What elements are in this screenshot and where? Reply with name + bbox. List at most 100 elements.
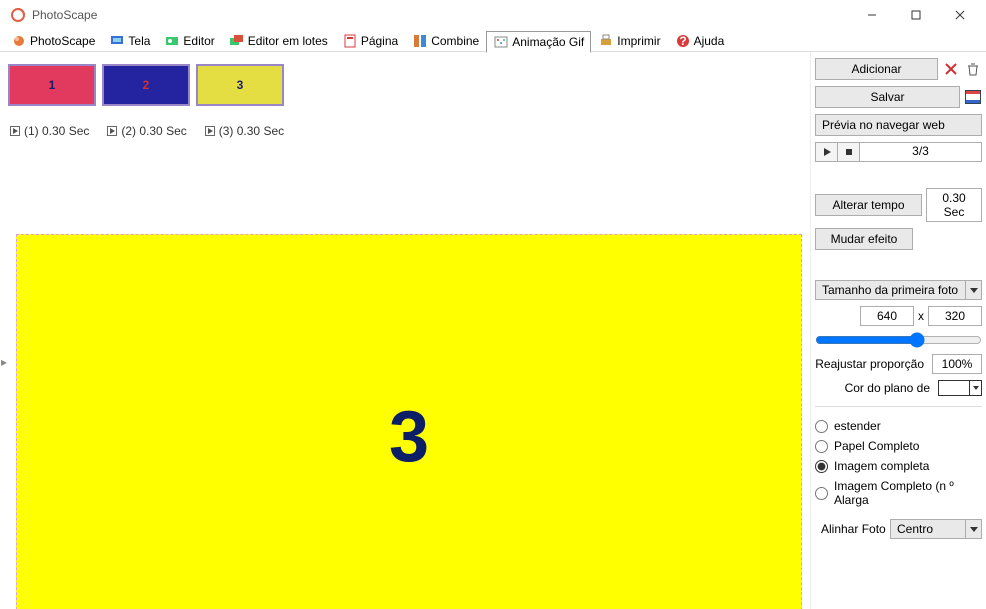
tab-bar: PhotoScape Tela Editor Editor em lotes P… (0, 30, 986, 52)
bgcolor-label: Cor do plano de (815, 381, 934, 395)
bgcolor-picker[interactable] (938, 380, 982, 396)
page-icon (342, 33, 358, 49)
tab-combine[interactable]: Combine (405, 30, 486, 52)
frame-thumb-1[interactable]: 1 (8, 64, 96, 106)
frame-counter: 3/3 (860, 143, 981, 161)
tab-label: Editor em lotes (248, 34, 328, 48)
frame-strip: 1 2 3 (8, 60, 802, 114)
tab-label: Imprimir (617, 34, 660, 48)
radio-full-image[interactable]: Imagem completa (815, 459, 982, 473)
height-input[interactable]: 320 (928, 306, 982, 326)
dropdown-value: Centro (891, 520, 965, 538)
frame-number: 1 (49, 78, 56, 92)
size-mode-dropdown[interactable]: Tamanho da primeira foto (815, 280, 982, 300)
dropdown-value: Tamanho da primeira foto (816, 281, 965, 299)
timing-1[interactable]: (1) 0.30 Sec (10, 124, 89, 138)
delete-button[interactable] (942, 60, 960, 78)
ratio-label: Reajustar proporção (815, 357, 928, 371)
tab-label: Combine (431, 34, 479, 48)
align-label: Alinhar Foto (815, 522, 886, 536)
stop-button[interactable] (838, 143, 860, 161)
splitter-handle[interactable]: ▸ (0, 332, 8, 392)
app-icon (10, 7, 26, 23)
dimension-x: x (918, 309, 924, 323)
save-button[interactable]: Salvar (815, 86, 960, 108)
radio-extend[interactable]: estender (815, 419, 982, 433)
tab-tela[interactable]: Tela (102, 30, 157, 52)
close-button[interactable] (938, 1, 982, 29)
radio-label: Imagem completa (834, 459, 929, 473)
tab-label: Página (361, 34, 398, 48)
properties-panel: Adicionar Salvar Prévia no navegar web 3… (810, 52, 986, 609)
frame-thumb-3[interactable]: 3 (196, 64, 284, 106)
editor-icon (164, 33, 180, 49)
tab-print[interactable]: Imprimir (591, 30, 667, 52)
button-label: Alterar tempo (832, 198, 904, 212)
print-icon (598, 33, 614, 49)
window-title: PhotoScape (32, 8, 850, 22)
play-icon (107, 126, 117, 136)
tab-editor[interactable]: Editor (157, 30, 221, 52)
photoscape-icon (11, 33, 27, 49)
layout-mode-button[interactable] (964, 88, 982, 106)
chevron-down-icon (965, 520, 981, 538)
input-value: 0.30 Sec (942, 191, 965, 219)
preview-button[interactable]: Prévia no navegar web (815, 114, 982, 136)
minimize-button[interactable] (850, 1, 894, 29)
preview-canvas[interactable]: 3 (16, 234, 802, 609)
tab-batch[interactable]: Editor em lotes (222, 30, 335, 52)
input-value: 640 (877, 309, 897, 323)
add-button[interactable]: Adicionar (815, 58, 938, 80)
help-icon: ? (675, 33, 691, 49)
separator (815, 406, 982, 407)
chevron-down-icon (965, 281, 981, 299)
radio-full-image-no-stretch[interactable]: Imagem Completo (n º Alarga (815, 479, 982, 507)
tab-gif[interactable]: Animação Gif (486, 31, 591, 53)
frame-number: 2 (143, 78, 150, 92)
time-value-input[interactable]: 0.30 Sec (926, 188, 982, 222)
radio-label: Imagem Completo (n º Alarga (834, 479, 982, 507)
timing-3[interactable]: (3) 0.30 Sec (205, 124, 284, 138)
tab-label: Editor (183, 34, 214, 48)
canvas-frame-number: 3 (389, 396, 429, 478)
tab-page[interactable]: Página (335, 30, 405, 52)
frame-timings: (1) 0.30 Sec (2) 0.30 Sec (3) 0.30 Sec (8, 114, 802, 152)
canvas-viewport: 3 (16, 234, 810, 609)
timing-2[interactable]: (2) 0.30 Sec (107, 124, 186, 138)
screen-icon (109, 33, 125, 49)
tab-label: Animação Gif (512, 35, 584, 49)
button-label: Salvar (870, 90, 904, 104)
playback-bar: 3/3 (815, 142, 982, 162)
radio-label: estender (834, 419, 881, 433)
play-icon (205, 126, 215, 136)
editor-panel: ▸ 1 2 3 (1) 0.30 Sec (2) 0.30 Sec (3) 0.… (0, 52, 810, 609)
tab-label: Tela (128, 34, 150, 48)
timing-label: (1) 0.30 Sec (24, 124, 89, 138)
play-button[interactable] (816, 143, 838, 161)
width-input[interactable]: 640 (860, 306, 914, 326)
align-dropdown[interactable]: Centro (890, 519, 982, 539)
tab-help[interactable]: ?Ajuda (668, 30, 732, 52)
batch-icon (229, 33, 245, 49)
frame-number: 3 (237, 78, 244, 92)
change-time-button[interactable]: Alterar tempo (815, 194, 922, 216)
tab-photoscape[interactable]: PhotoScape (4, 30, 102, 52)
titlebar: PhotoScape (0, 0, 986, 30)
button-label: Adicionar (851, 62, 901, 76)
radio-full-paper[interactable]: Papel Completo (815, 439, 982, 453)
frame-thumb-2[interactable]: 2 (102, 64, 190, 106)
timing-label: (3) 0.30 Sec (219, 124, 284, 138)
timing-label: (2) 0.30 Sec (121, 124, 186, 138)
stripes-icon (965, 90, 981, 104)
input-value: 100% (942, 357, 973, 371)
main-area: ▸ 1 2 3 (1) 0.30 Sec (2) 0.30 Sec (3) 0.… (0, 52, 986, 609)
trash-button[interactable] (964, 60, 982, 78)
maximize-button[interactable] (894, 1, 938, 29)
size-slider[interactable] (815, 332, 982, 348)
input-value: 320 (945, 309, 965, 323)
radio-label: Papel Completo (834, 439, 919, 453)
fit-mode-group: estender Papel Completo Imagem completa … (815, 417, 982, 509)
tab-label: Ajuda (694, 34, 725, 48)
ratio-input[interactable]: 100% (932, 354, 982, 374)
change-effect-button[interactable]: Mudar efeito (815, 228, 913, 250)
